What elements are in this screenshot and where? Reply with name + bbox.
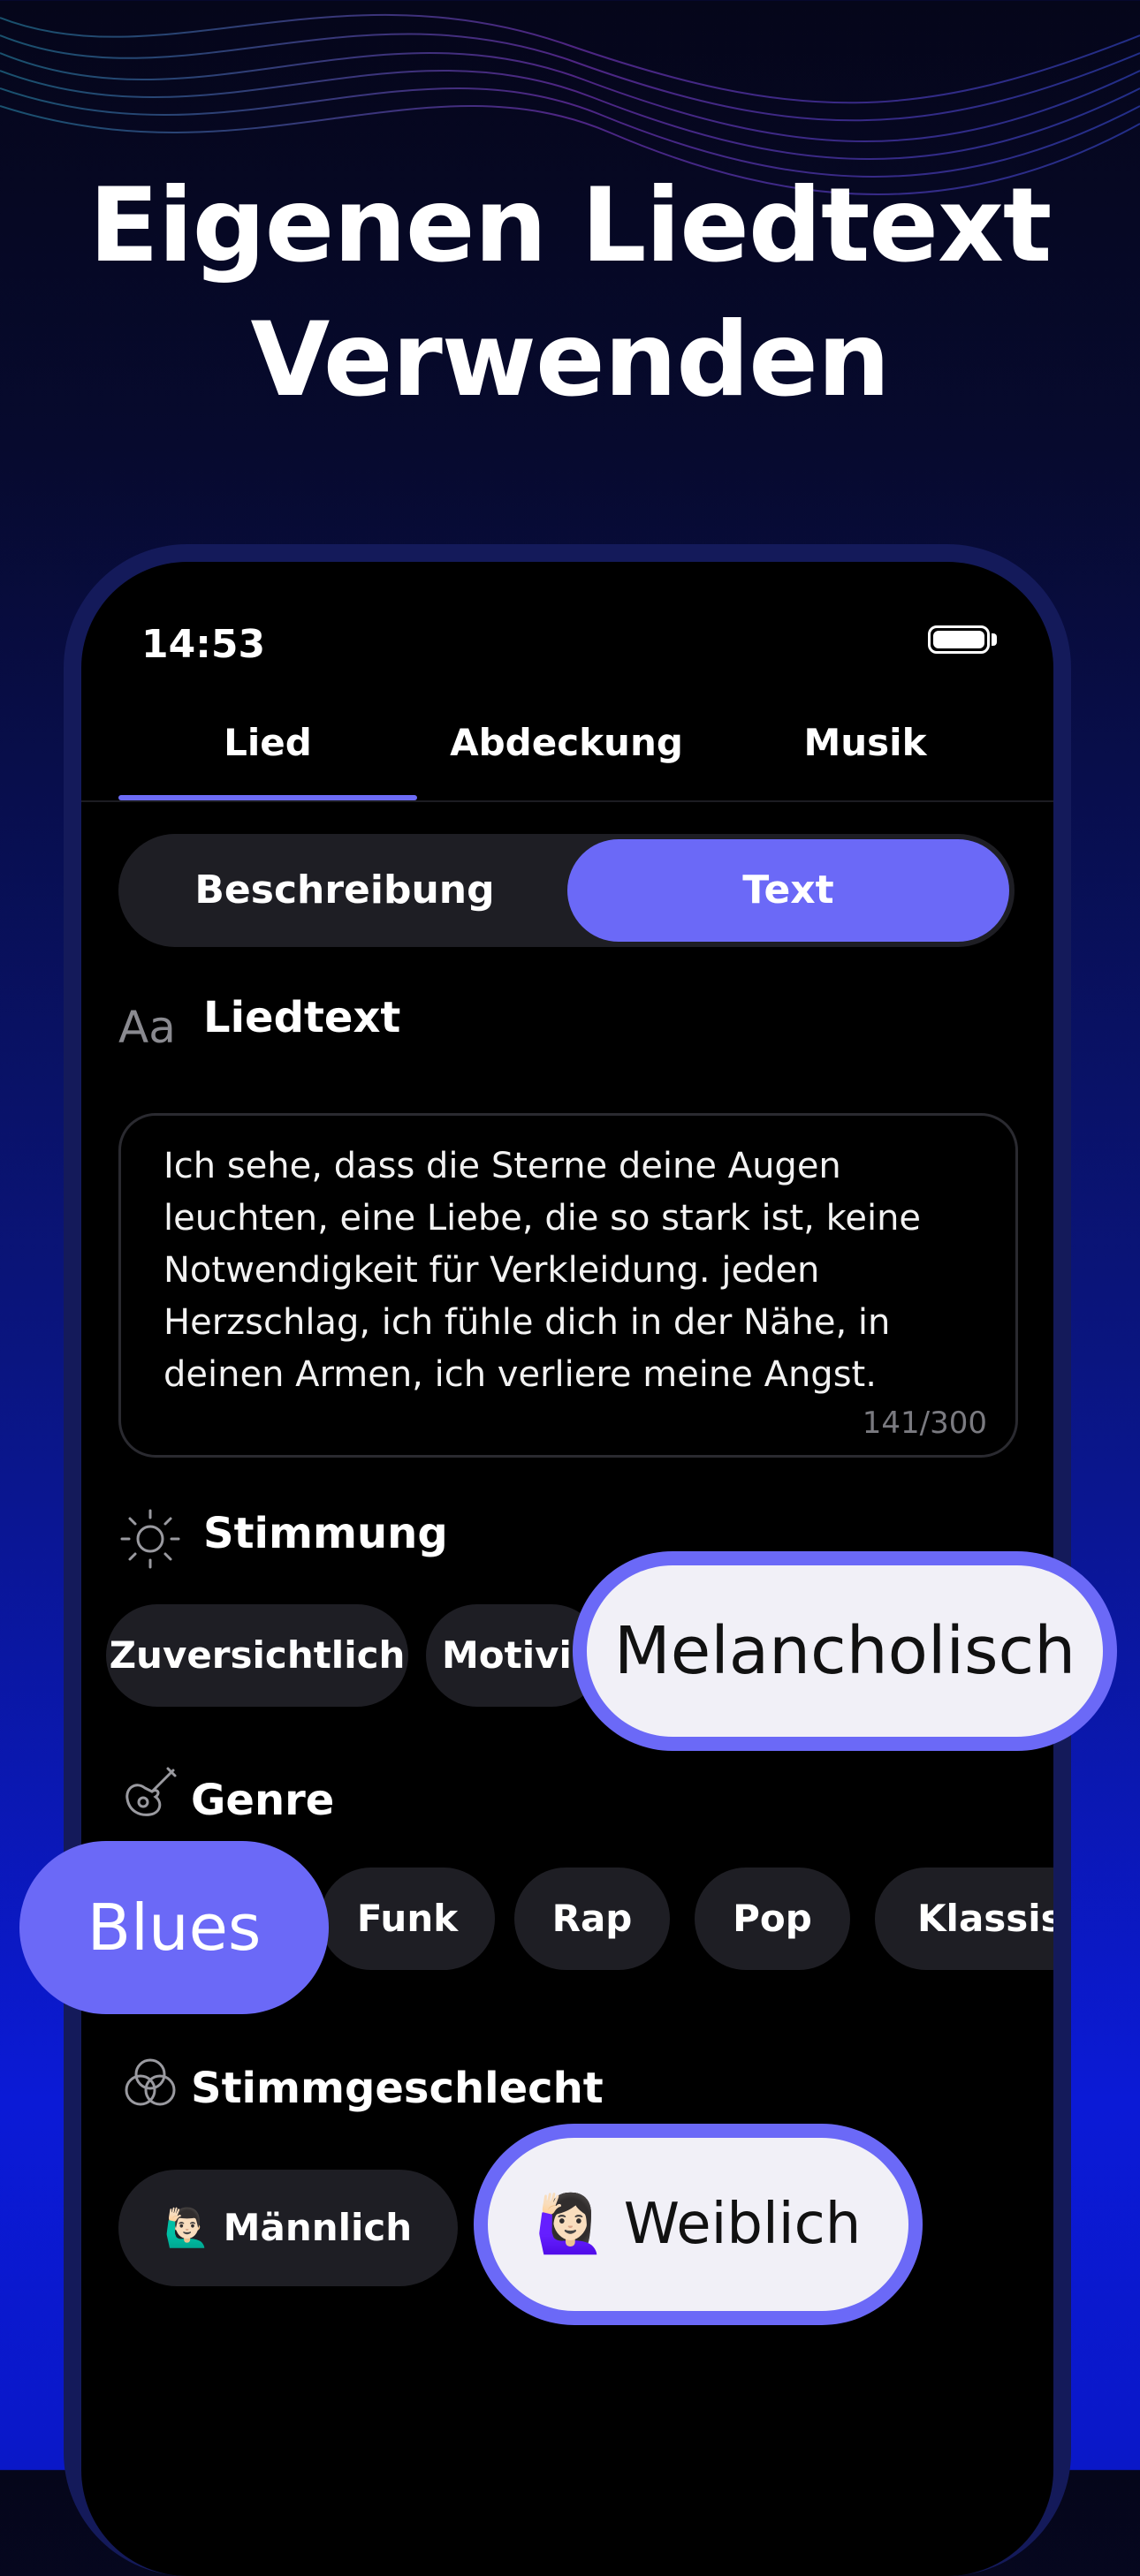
voice-chip-selected-outline: 🙋🏻‍♀️ Weiblich <box>474 2124 923 2325</box>
mood-chip-melancholisch[interactable]: Melancholisch <box>587 1565 1103 1737</box>
guitar-icon <box>125 1767 177 1816</box>
sun-icon <box>120 1509 180 1569</box>
lyrics-input[interactable]: Ich sehe, dass die Sterne deine Augen le… <box>118 1113 1018 1458</box>
status-time: 14:53 <box>141 622 266 667</box>
headline-line2: Verwenden <box>250 300 890 420</box>
segment-beschreibung[interactable]: Beschreibung <box>124 839 566 942</box>
headline-line1: Eigenen Liedtext <box>88 166 1053 285</box>
lyrics-char-counter: 141/300 <box>862 1405 987 1441</box>
tab-abdeckung[interactable]: Abdeckung <box>417 712 716 779</box>
lyrics-section-label: Liedtext <box>203 993 401 1042</box>
lyrics-text[interactable]: Ich sehe, dass die Sterne deine Augen le… <box>163 1140 977 1401</box>
tab-bar: Lied Abdeckung Musik <box>118 712 1053 779</box>
mood-chip-zuversichtlich[interactable]: Zuversichtlich <box>106 1604 408 1707</box>
tab-musik[interactable]: Musik <box>716 712 1015 779</box>
genre-chip-klassisch[interactable]: Klassisc <box>875 1868 1053 1970</box>
tab-divider <box>81 800 1053 802</box>
tab-lied[interactable]: Lied <box>118 712 417 779</box>
battery-tip <box>992 633 997 646</box>
segment-text[interactable]: Text <box>567 839 1009 942</box>
headline: Eigenen Liedtext Verwenden <box>0 159 1140 428</box>
svg-text:Aa: Aa <box>118 1002 176 1053</box>
voice-section-label: Stimmgeschlecht <box>191 2064 604 2113</box>
battery-icon <box>928 625 990 654</box>
text-format-icon: Aa <box>118 1002 176 1053</box>
genre-chip-pop[interactable]: Pop <box>695 1868 850 1970</box>
mode-segmented-control: Beschreibung Text <box>118 834 1015 947</box>
mood-chip-selected-outline: Melancholisch <box>573 1551 1117 1751</box>
genre-chip-funk[interactable]: Funk <box>320 1868 495 1970</box>
voice-gender-icon <box>125 2058 176 2106</box>
voice-chip-female[interactable]: 🙋🏻‍♀️ Weiblich <box>488 2138 908 2311</box>
genre-chip-blues[interactable]: Blues <box>19 1841 329 2014</box>
mood-section-label: Stimmung <box>203 1509 448 1558</box>
genre-chip-rap[interactable]: Rap <box>514 1868 670 1970</box>
genre-section-label: Genre <box>191 1776 335 1825</box>
voice-chip-male[interactable]: 🙋🏻‍♂️ Männlich <box>118 2170 458 2286</box>
